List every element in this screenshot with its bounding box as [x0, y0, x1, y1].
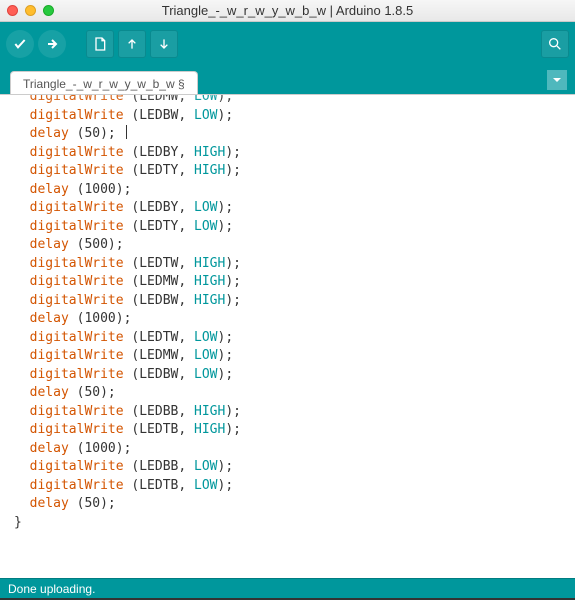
- code-line: digitalWrite (LEDBB, HIGH);: [14, 403, 561, 422]
- magnifier-icon: [547, 36, 563, 52]
- text-cursor: [126, 125, 127, 139]
- arrow-up-icon: [124, 36, 140, 52]
- code-line: digitalWrite (LEDMW, LOW);: [14, 95, 561, 107]
- open-button[interactable]: [118, 30, 146, 58]
- status-bar: Done uploading.: [0, 578, 575, 598]
- code-line: }: [14, 514, 561, 533]
- code-line: delay (500);: [14, 236, 561, 255]
- code-line: digitalWrite (LEDBW, HIGH);: [14, 292, 561, 311]
- serial-monitor-button[interactable]: [541, 30, 569, 58]
- code-line: delay (50);: [14, 384, 561, 403]
- chevron-down-icon: [552, 75, 562, 85]
- code-line: delay (50);: [14, 125, 561, 144]
- tabbar: Triangle_-_w_r_w_y_w_b_w §: [0, 66, 575, 94]
- maximize-icon[interactable]: [43, 5, 54, 16]
- code-line: digitalWrite (LEDTY, LOW);: [14, 218, 561, 237]
- code-line: delay (1000);: [14, 310, 561, 329]
- arrow-down-icon: [156, 36, 172, 52]
- code-line: digitalWrite (LEDBW, LOW);: [14, 366, 561, 385]
- code-line: digitalWrite (LEDBY, HIGH);: [14, 144, 561, 163]
- close-icon[interactable]: [7, 5, 18, 16]
- file-icon: [92, 36, 108, 52]
- status-text: Done uploading.: [8, 582, 95, 596]
- code-line: digitalWrite (LEDBY, LOW);: [14, 199, 561, 218]
- toolbar: [0, 22, 575, 66]
- arrow-right-icon: [44, 36, 60, 52]
- new-button[interactable]: [86, 30, 114, 58]
- code-line: digitalWrite (LEDBW, LOW);: [14, 107, 561, 126]
- window-controls: [7, 5, 54, 16]
- code-line: digitalWrite (LEDTW, HIGH);: [14, 255, 561, 274]
- code-line: delay (1000);: [14, 440, 561, 459]
- verify-button[interactable]: [6, 30, 34, 58]
- titlebar: Triangle_-_w_r_w_y_w_b_w | Arduino 1.8.5: [0, 0, 575, 22]
- check-icon: [12, 36, 28, 52]
- code-line: delay (1000);: [14, 181, 561, 200]
- tab-menu-button[interactable]: [547, 70, 567, 90]
- code-line: digitalWrite (LEDMW, HIGH);: [14, 273, 561, 292]
- editor-area: digitalWrite (LEDMW, LOW); digitalWrite …: [0, 94, 575, 572]
- save-button[interactable]: [150, 30, 178, 58]
- sketch-tab[interactable]: Triangle_-_w_r_w_y_w_b_w §: [10, 71, 198, 95]
- code-line: delay (50);: [14, 495, 561, 514]
- code-line: digitalWrite (LEDMW, LOW);: [14, 347, 561, 366]
- minimize-icon[interactable]: [25, 5, 36, 16]
- code-line: digitalWrite (LEDTY, HIGH);: [14, 162, 561, 181]
- code-line: digitalWrite (LEDTB, LOW);: [14, 477, 561, 496]
- window-title: Triangle_-_w_r_w_y_w_b_w | Arduino 1.8.5: [0, 3, 575, 18]
- code-line: digitalWrite (LEDTW, LOW);: [14, 329, 561, 348]
- code-line: digitalWrite (LEDBB, LOW);: [14, 458, 561, 477]
- code-editor[interactable]: digitalWrite (LEDMW, LOW); digitalWrite …: [0, 95, 575, 572]
- upload-button[interactable]: [38, 30, 66, 58]
- code-line: digitalWrite (LEDTB, HIGH);: [14, 421, 561, 440]
